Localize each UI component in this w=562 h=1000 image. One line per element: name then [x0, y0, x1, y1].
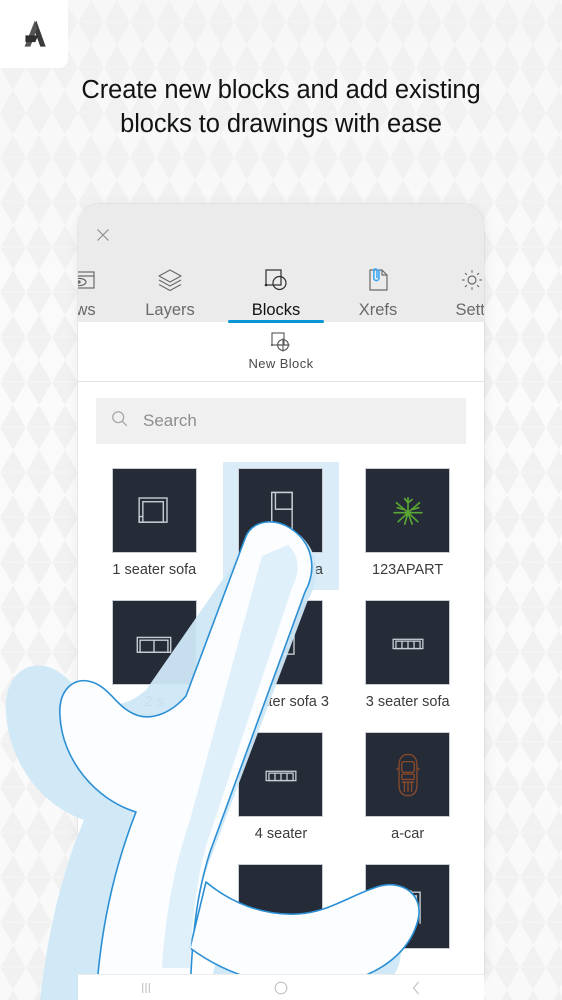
views-eye-icon [78, 265, 118, 295]
layers-stack-icon [118, 265, 222, 295]
block-tile[interactable]: a-car [349, 726, 466, 854]
block-tile[interactable]: 123APART [349, 462, 466, 590]
search-placeholder: Search [143, 411, 197, 430]
tab-layers[interactable]: Layers [118, 265, 222, 322]
tab-xrefs[interactable]: Xrefs [330, 265, 426, 322]
block-tile[interactable] [223, 858, 340, 966]
blocks-icon [222, 265, 330, 295]
tab-layers-label: Layers [145, 301, 195, 319]
new-block-button[interactable]: New Block [248, 331, 313, 373]
settings-gear-icon [426, 265, 484, 295]
sofa-bench-plan [128, 617, 180, 669]
promo-screen: Create new blocks and add existing block… [0, 0, 562, 1000]
block-tile[interactable]: 3 seater sofa [349, 594, 466, 722]
block-label: 4 seater [254, 826, 308, 842]
block-label: a-car [391, 826, 425, 842]
block-tile[interactable]: 1 seater sofa [96, 462, 213, 590]
close-row [78, 218, 484, 252]
block-thumbnail [365, 732, 451, 817]
block-thumbnail [111, 468, 197, 553]
android-nav-bar [78, 974, 484, 1000]
door-plan-icon [382, 881, 434, 933]
tab-blocks-label: Blocks [251, 301, 301, 319]
blocks-panel: ews Layers [78, 204, 484, 974]
new-block-icon [248, 331, 313, 355]
tab-settings[interactable]: Setti [426, 265, 484, 322]
block-label: 2 s [144, 694, 164, 710]
block-label: 1 seater sofa [112, 562, 197, 578]
headline-line-2: blocks to drawings with ease [120, 109, 442, 138]
block-tile[interactable]: 4 seater [223, 726, 340, 854]
block-thumbnail [365, 864, 451, 949]
block-thumbnail [238, 468, 324, 553]
block-tile-selected[interactable]: 2 seater sofa [222, 462, 340, 590]
recent-apps-icon[interactable] [136, 978, 156, 998]
sofa-2-seater-plan [255, 485, 307, 537]
sofa-3-seater-plan [382, 617, 434, 669]
new-block-label: New Block [248, 355, 314, 371]
search-area: Search [78, 382, 484, 444]
sofa-4-seater-plan [255, 749, 307, 801]
block-thumbnail [238, 600, 324, 685]
tab-bar: ews Layers [78, 252, 484, 323]
panel-header: ews Layers [78, 204, 484, 323]
block-thumbnail [238, 864, 324, 949]
sofa-1-seater-plan [128, 485, 180, 537]
block-tile[interactable] [349, 858, 466, 966]
tab-views-label: ews [78, 301, 96, 319]
home-circle-icon[interactable] [271, 978, 291, 998]
block-tile[interactable]: 1 seater sofa 3 [223, 594, 340, 722]
block-label: 1 seater sofa 3 [233, 694, 329, 710]
close-icon[interactable] [92, 224, 114, 246]
tab-xrefs-label: Xrefs [358, 301, 398, 319]
block-label: 2 seater sofa [239, 562, 323, 578]
tab-settings-label: Setti [455, 301, 484, 319]
blocks-grid: 1 seater sofa 2 seater sofa 123APART 2 s… [78, 444, 484, 966]
block-thumbnail [365, 468, 451, 553]
headline: Create new blocks and add existing block… [0, 74, 562, 142]
back-chevron-icon[interactable] [406, 978, 426, 998]
active-tab-underline [228, 320, 324, 323]
block-thumbnail [365, 600, 451, 685]
plant-green-icon [385, 488, 431, 534]
sofa-1-seater-3-plan [255, 617, 307, 669]
block-tile[interactable]: 2 s [96, 594, 213, 722]
search-input[interactable]: Search [96, 398, 466, 444]
block-thumbnail [111, 600, 197, 685]
headline-line-1: Create new blocks and add existing [81, 76, 481, 104]
block-label: 123APART [372, 562, 444, 578]
block-thumbnail [238, 732, 324, 817]
autodesk-logo-badge [0, 0, 68, 68]
tab-blocks[interactable]: Blocks [222, 265, 330, 323]
tab-views[interactable]: ews [78, 265, 118, 322]
sub-toolbar: New Block [78, 322, 484, 382]
block-label: 3 seater sofa [365, 694, 450, 710]
autodesk-a-logo [16, 16, 52, 52]
xrefs-paperclip-icon [330, 265, 426, 295]
car-top-view-icon [383, 750, 433, 800]
search-icon [110, 409, 129, 433]
